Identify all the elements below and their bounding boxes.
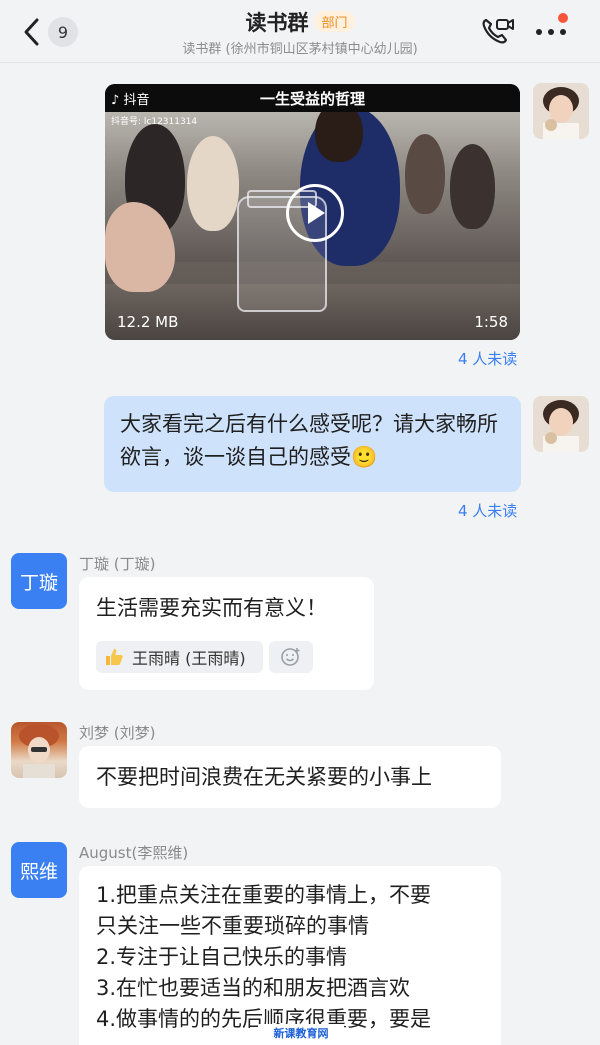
message-line: 只关注一些不重要琐碎的事情: [96, 914, 369, 938]
reaction-user: 王雨晴 (王雨晴): [132, 649, 246, 668]
watermark: 新课教育网: [258, 1024, 344, 1042]
more-options-button[interactable]: [534, 20, 570, 44]
video-message[interactable]: ♪ 抖音 一生受益的哲理 抖音号: lc12311314 12.2 MB 1:5…: [105, 84, 520, 340]
message-line: 2.专注于让自己快乐的事情: [96, 945, 348, 969]
add-emoji-icon: [281, 648, 300, 666]
add-reaction-button[interactable]: [269, 641, 313, 673]
unread-status[interactable]: 4 人未读: [458, 348, 517, 369]
chat-header: 9 读书群 部门 读书群 (徐州市铜山区茅村镇中心幼儿园): [0, 0, 600, 63]
message-bubble[interactable]: 1.把重点关注在重要的事情上，不要 只关注一些不重要琐碎的事情 2.专注于让自己…: [79, 866, 501, 1045]
message-bubble[interactable]: 生活需要充实而有意义！ 王雨晴 (王雨晴): [79, 577, 374, 690]
more-dots-icon: [536, 29, 566, 35]
message-text: 生活需要充实而有意义！: [96, 596, 327, 620]
video-size: 12.2 MB: [117, 313, 179, 331]
group-title: 读书群: [245, 11, 309, 35]
phone-video-call-button[interactable]: [480, 16, 516, 46]
video-duration: 1:58: [474, 313, 508, 331]
thumbs-up-icon: [104, 647, 124, 667]
thumbnail-figure: [187, 136, 239, 231]
sender-name: August(李熙维): [79, 844, 189, 862]
self-avatar[interactable]: [533, 396, 589, 452]
avatar-photo: [19, 724, 59, 778]
department-tag: 部门: [314, 11, 355, 32]
avatar-photo: [533, 83, 589, 139]
message-text: 不要把时间浪费在无关紧要的小事上: [96, 765, 432, 789]
thumbnail-figure: [405, 134, 445, 214]
message-line: 1.把重点关注在重要的事情上，不要: [96, 883, 432, 907]
sender-name: 刘梦 (刘梦): [79, 724, 156, 742]
unread-status[interactable]: 4 人未读: [458, 500, 517, 521]
notification-dot: [558, 13, 568, 23]
message-line: 3.在忙也要适当的和朋友把酒言欢: [96, 976, 411, 1000]
thumbnail-figure: [450, 144, 495, 229]
video-title: 一生受益的哲理: [259, 90, 365, 108]
account-id: 抖音号: lc12311314: [111, 117, 198, 127]
play-button[interactable]: [286, 184, 344, 242]
reaction-chip[interactable]: 王雨晴 (王雨晴): [96, 641, 263, 673]
avatar[interactable]: 丁璇: [11, 553, 67, 609]
play-icon: [308, 202, 325, 224]
phone-video-icon: [482, 18, 514, 44]
message-bubble[interactable]: 不要把时间浪费在无关紧要的小事上: [79, 746, 501, 808]
self-avatar[interactable]: [533, 83, 589, 139]
avatar[interactable]: [11, 722, 67, 778]
avatar[interactable]: 熙维: [11, 842, 67, 898]
sender-name: 丁璇 (丁璇): [79, 555, 156, 573]
avatar-photo: [533, 396, 589, 452]
self-message-bubble[interactable]: 大家看完之后有什么感受呢？请大家畅所欲言，谈一谈自己的感受🙂: [104, 396, 521, 492]
message-text: 大家看完之后有什么感受呢？请大家畅所欲言，谈一谈自己的感受🙂: [120, 412, 498, 469]
